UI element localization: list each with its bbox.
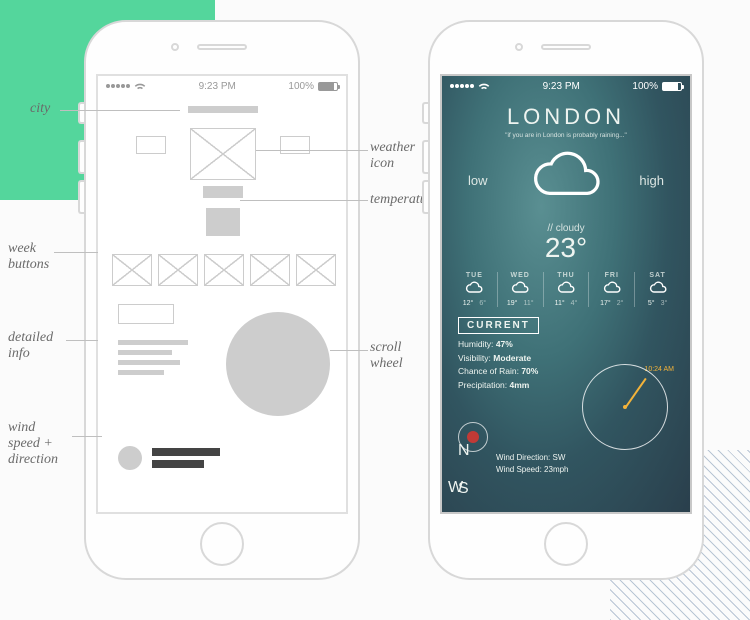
wifi-icon [134, 82, 146, 91]
wf-compass [118, 446, 142, 470]
cloud-icon [464, 281, 484, 295]
wf-side-box-left [136, 136, 166, 154]
forecast-row: TUE 12°6° WED 19°11° THU 11°4° FRI [452, 272, 680, 307]
temperature: 23° [442, 232, 690, 264]
city-quote: "if you are in London is probably rainin… [442, 132, 690, 139]
high-label: high [639, 173, 664, 188]
status-bar: 9:23 PM 100% [98, 76, 346, 96]
low-label: low [468, 173, 488, 188]
battery-icon [662, 82, 682, 91]
design-screen: 9:23 PM 100% LONDON "if you are in Londo… [440, 74, 692, 514]
forecast-day[interactable]: WED 19°11° [497, 272, 543, 307]
status-time: 9:23 PM [199, 81, 236, 92]
wf-condition [203, 186, 243, 198]
annotation-wind: wind speed + direction [8, 420, 58, 468]
wf-scroll-wheel[interactable] [226, 312, 330, 416]
status-time: 9:23 PM [543, 81, 580, 92]
forecast-day[interactable]: SAT 5°3° [634, 272, 680, 307]
wf-detail-line [118, 350, 172, 355]
wind-text: Wind Direction: SW Wind Speed: 23mph [496, 452, 569, 476]
phone-speaker [197, 44, 247, 50]
annotation-week-buttons: week buttons [8, 241, 49, 273]
phone-camera [171, 43, 179, 51]
wf-detail-line [118, 370, 164, 375]
wf-temperature [206, 208, 240, 236]
cloud-icon [602, 281, 622, 295]
annotation-scroll-wheel: scroll wheel [370, 340, 403, 372]
scroll-wheel[interactable] [582, 364, 668, 450]
cloud-icon [556, 281, 576, 295]
wireframe-screen: 9:23 PM 100% [96, 74, 348, 514]
wf-week-btn[interactable] [204, 254, 244, 286]
phone-wireframe: 9:23 PM 100% [84, 20, 360, 580]
wf-wind-text [152, 448, 220, 456]
wf-side-box-right [280, 136, 310, 154]
annotation-city: city [30, 101, 50, 117]
phone-speaker [541, 44, 591, 50]
wf-week-btn[interactable] [158, 254, 198, 286]
status-bar: 9:23 PM 100% [442, 76, 690, 96]
forecast-day[interactable]: THU 11°4° [543, 272, 589, 307]
wf-wind-text [152, 460, 204, 468]
forecast-day[interactable]: FRI 17°2° [588, 272, 634, 307]
annotation-detailed-info: detailed info [8, 330, 53, 362]
phone-design: 9:23 PM 100% LONDON "if you are in Londo… [428, 20, 704, 580]
wf-week-btn[interactable] [112, 254, 152, 286]
cloud-icon [510, 281, 530, 295]
wf-detail-line [118, 340, 188, 345]
condition-text: // cloudy [442, 223, 690, 234]
wf-current-box [118, 304, 174, 324]
wf-week-btn[interactable] [250, 254, 290, 286]
status-battery-pct: 100% [632, 81, 658, 92]
cloud-icon [525, 145, 607, 209]
forecast-day[interactable]: TUE 12°6° [452, 272, 497, 307]
wf-city [188, 106, 258, 113]
phone-camera [515, 43, 523, 51]
cloud-icon [648, 281, 668, 295]
battery-icon [318, 82, 338, 91]
current-label: CURRENT [458, 317, 539, 334]
annotation-weather-icon: weather icon [370, 140, 415, 172]
wf-detail-line [118, 360, 180, 365]
wifi-icon [478, 82, 490, 91]
city-name: LONDON [442, 104, 690, 130]
status-battery-pct: 100% [288, 81, 314, 92]
wf-weather-icon [190, 128, 256, 180]
wf-week-btn[interactable] [296, 254, 336, 286]
home-button[interactable] [200, 522, 244, 566]
home-button[interactable] [544, 522, 588, 566]
